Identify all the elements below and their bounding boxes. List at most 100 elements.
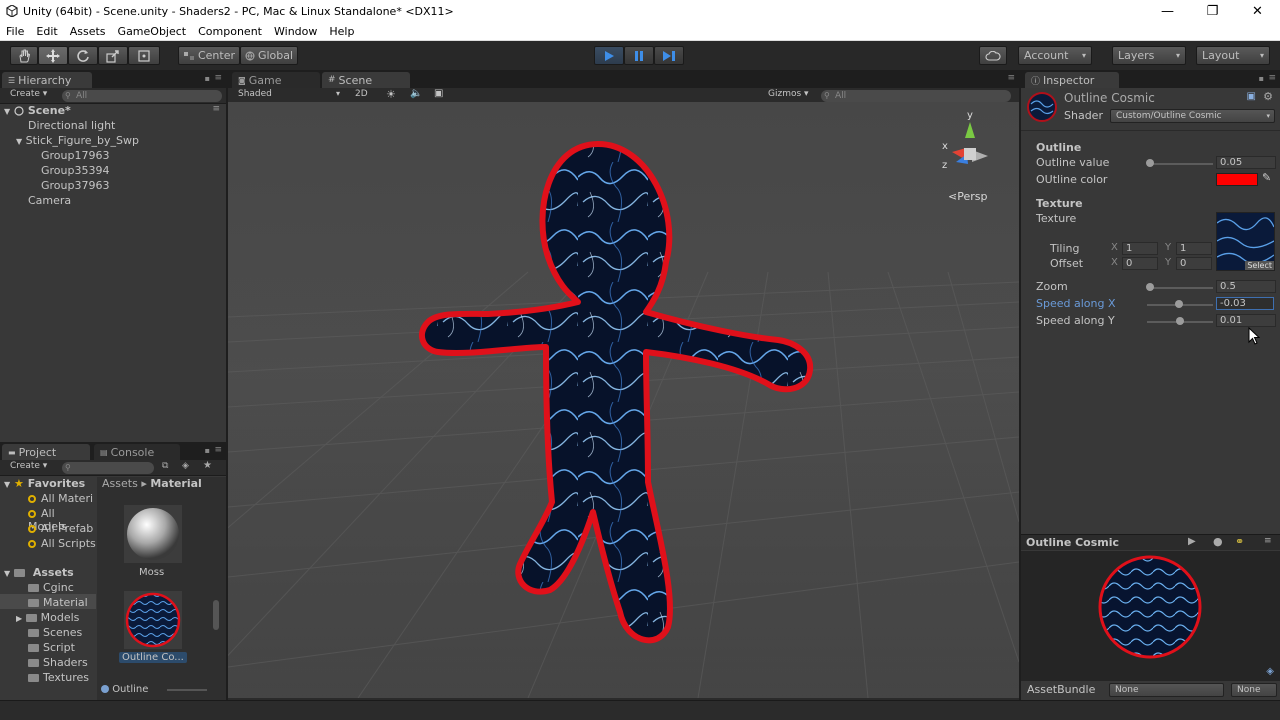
speed-x-field[interactable]: -0.03	[1216, 297, 1274, 310]
texture-select-button[interactable]: Select	[1245, 261, 1274, 270]
filter-by-label-icon[interactable]: ◈	[182, 461, 189, 471]
rotate-tool-button[interactable]	[68, 46, 98, 65]
tab-project[interactable]: ▬ Project	[2, 444, 90, 460]
offset-x-field[interactable]: 0	[1122, 257, 1158, 270]
account-dropdown[interactable]: Account ▾	[1018, 46, 1092, 65]
scale-tool-button[interactable]	[98, 46, 128, 65]
audio-toggle-icon[interactable]: 🔈	[410, 88, 422, 99]
scene-root-item[interactable]: ▼ Scene*	[4, 104, 71, 117]
asset-moss[interactable]	[124, 505, 182, 563]
tab-inspector[interactable]: ⓘ Inspector	[1025, 72, 1119, 88]
folder-scenes[interactable]: Scenes	[28, 626, 82, 639]
scene-menu-icon[interactable]: ≡	[212, 104, 220, 114]
menu-component[interactable]: Component	[192, 25, 268, 38]
offset-y-field[interactable]: 0	[1176, 257, 1212, 270]
menu-help[interactable]: Help	[323, 25, 360, 38]
tab-hierarchy[interactable]: ☰ Hierarchy	[2, 72, 92, 88]
layers-dropdown[interactable]: Layers ▾	[1112, 46, 1186, 65]
preview-play-icon[interactable]: ▶	[1188, 536, 1196, 547]
assetbundle-variant-dropdown[interactable]: None	[1231, 683, 1277, 697]
tab-scene[interactable]: # Scene	[322, 72, 410, 88]
favorites-header[interactable]: ▼ ★ Favorites	[4, 477, 85, 490]
favorite-all-materials[interactable]: All Materi	[28, 492, 93, 505]
shader-dropdown[interactable]: Custom/Outline Cosmic ▾	[1110, 109, 1275, 123]
effects-toggle-icon[interactable]: ▣	[434, 88, 443, 99]
speed-y-field[interactable]: 0.01	[1216, 314, 1276, 327]
pivot-space-toggle[interactable]: Global	[240, 46, 298, 65]
outline-value-slider[interactable]	[1147, 163, 1213, 165]
star-filter-icon[interactable]: ★	[203, 460, 212, 471]
folder-material[interactable]: Material	[28, 596, 88, 609]
scene-viewport[interactable]: y x z ⋖Persp	[228, 102, 1019, 698]
favorite-all-prefabs[interactable]: All Prefab	[28, 522, 93, 535]
outline-color-swatch[interactable]	[1216, 173, 1258, 186]
breadcrumb-leaf[interactable]: Material	[150, 477, 201, 490]
folder-shaders[interactable]: Shaders	[28, 656, 88, 669]
texture-slot[interactable]: Select	[1216, 212, 1275, 271]
asset-outline-cosmic[interactable]	[124, 591, 182, 649]
layout-dropdown[interactable]: Layout ▾	[1196, 46, 1270, 65]
gear-icon[interactable]: ⚙	[1263, 90, 1273, 103]
favorite-all-scripts[interactable]: All Scripts	[28, 537, 96, 550]
project-search-input[interactable]: ⚲	[62, 462, 154, 474]
panel-menu-icon[interactable]: ≡	[1264, 536, 1272, 546]
project-create-dropdown[interactable]: Create ▾	[10, 461, 47, 471]
tag-icon[interactable]: ◈	[1266, 666, 1274, 677]
hand-tool-button[interactable]	[10, 46, 38, 65]
scene-search-input[interactable]: ⚲ All	[821, 90, 1011, 102]
folder-models[interactable]: ▶ Models	[16, 611, 79, 624]
panel-menu-icon[interactable]: ≡	[1268, 73, 1276, 83]
eyedropper-icon[interactable]: ✎	[1262, 171, 1271, 184]
tiling-x-field[interactable]: 1	[1122, 242, 1158, 255]
minimize-button[interactable]: —	[1145, 0, 1190, 22]
speed-x-knob[interactable]	[1175, 300, 1183, 308]
maximize-button[interactable]: ❐	[1190, 0, 1235, 22]
cloud-button[interactable]	[979, 46, 1007, 65]
menu-window[interactable]: Window	[268, 25, 323, 38]
help-icon[interactable]: ▣	[1247, 91, 1256, 102]
speed-y-knob[interactable]	[1176, 317, 1184, 325]
outline-value-field[interactable]: 0.05	[1216, 156, 1276, 169]
shading-mode-dropdown[interactable]: Shaded	[238, 89, 272, 99]
close-button[interactable]: ✕	[1235, 0, 1280, 22]
menu-file[interactable]: File	[0, 25, 30, 38]
tiling-y-field[interactable]: 1	[1176, 242, 1212, 255]
filter-by-type-icon[interactable]: ⧉	[162, 461, 168, 471]
folder-script[interactable]: Script	[28, 641, 75, 654]
tab-console[interactable]: ▤ Console	[94, 444, 180, 460]
hierarchy-item-group37963[interactable]: Group37963	[41, 179, 109, 192]
preview-light-icon[interactable]: ⚭	[1235, 535, 1244, 548]
panel-menu-icon[interactable]: ≡	[214, 73, 222, 83]
hierarchy-create-dropdown[interactable]: Create ▾	[10, 89, 47, 99]
move-tool-button[interactable]	[38, 46, 68, 65]
assets-header[interactable]: ▼ Assets	[4, 566, 74, 579]
lighting-toggle-icon[interactable]: ☀	[386, 88, 396, 101]
menu-assets[interactable]: Assets	[64, 25, 112, 38]
toggle-2d-button[interactable]: 2D	[355, 89, 368, 99]
panel-menu-icon[interactable]: ≡	[1007, 73, 1015, 83]
step-button[interactable]	[654, 46, 684, 65]
zoom-knob[interactable]	[1146, 283, 1154, 291]
menu-edit[interactable]: Edit	[30, 25, 63, 38]
play-button[interactable]	[594, 46, 624, 65]
tab-game[interactable]: ◙ Game	[232, 72, 320, 88]
folder-textures[interactable]: Textures	[28, 671, 89, 684]
hierarchy-item-group35394[interactable]: Group35394	[41, 164, 109, 177]
hierarchy-item-group17963[interactable]: Group17963	[41, 149, 109, 162]
orientation-gizmo[interactable]	[952, 122, 988, 164]
rect-tool-button[interactable]	[128, 46, 160, 65]
material-preview[interactable]: ◈	[1021, 551, 1280, 681]
outline-value-knob[interactable]	[1146, 159, 1154, 167]
hierarchy-item-directional-light[interactable]: Directional light	[28, 119, 115, 132]
hierarchy-search-input[interactable]: ⚲ All	[62, 90, 222, 102]
assetbundle-dropdown[interactable]: None	[1109, 683, 1224, 697]
hierarchy-item-stick-figure[interactable]: ▼ Stick_Figure_by_Swp	[16, 134, 139, 147]
menu-gameobject[interactable]: GameObject	[112, 25, 193, 38]
zoom-field[interactable]: 0.5	[1216, 280, 1276, 293]
pause-button[interactable]	[624, 46, 654, 65]
asset-grid-scrollbar[interactable]	[213, 600, 219, 630]
hierarchy-item-camera[interactable]: Camera	[28, 194, 71, 207]
zoom-slider[interactable]	[1147, 287, 1213, 289]
panel-menu-icon[interactable]: ≡	[214, 445, 222, 455]
perspective-toggle[interactable]: ⋖Persp	[948, 190, 987, 203]
